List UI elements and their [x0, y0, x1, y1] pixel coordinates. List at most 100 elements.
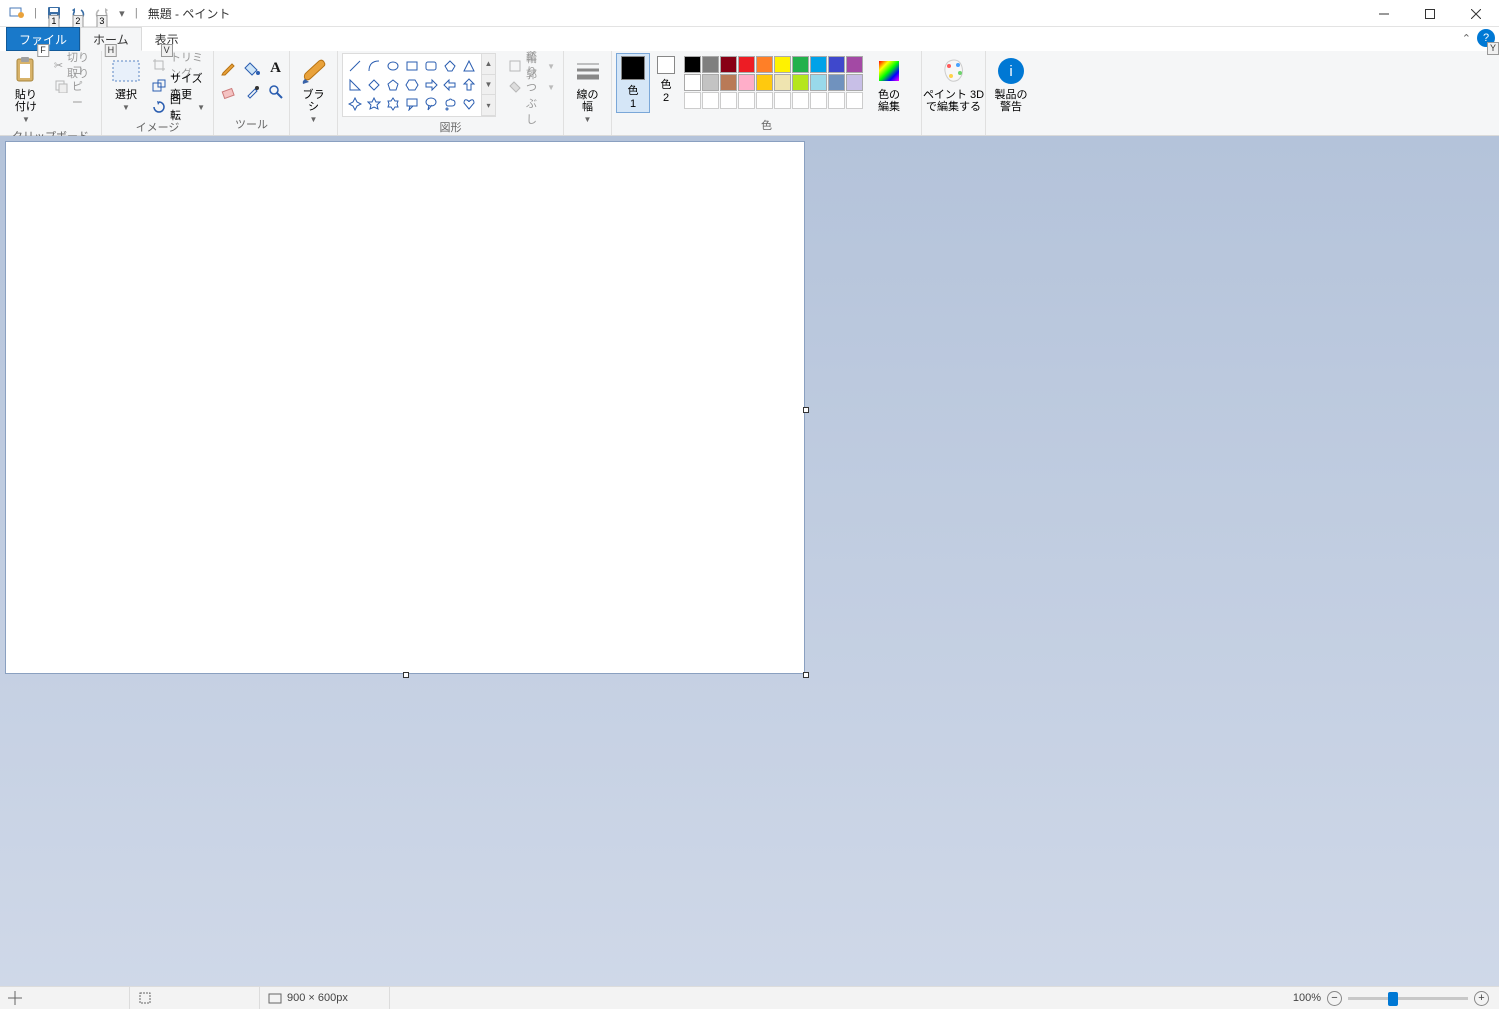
zoom-in-button[interactable]: +: [1474, 991, 1489, 1006]
shape-triangle[interactable]: [460, 57, 478, 75]
palette-custom-slot[interactable]: [846, 92, 863, 109]
palette-color[interactable]: [684, 74, 701, 91]
shapes-gallery[interactable]: [342, 53, 482, 117]
palette-custom-slot[interactable]: [774, 92, 791, 109]
shape-hexagon[interactable]: [403, 76, 421, 94]
tab-file[interactable]: ファイル F: [6, 27, 80, 51]
tab-home[interactable]: ホーム H: [80, 27, 142, 51]
resize-handle-corner[interactable]: [803, 672, 809, 678]
palette-color[interactable]: [846, 74, 863, 91]
edit-colors-button[interactable]: 色の 編集: [867, 53, 911, 115]
shape-round-rect[interactable]: [422, 57, 440, 75]
chevron-down-icon: ▼: [197, 103, 205, 112]
keytip: Y: [1487, 42, 1499, 55]
group-label: ツール: [218, 114, 285, 135]
shape-arrow-right[interactable]: [422, 76, 440, 94]
palette-color[interactable]: [810, 74, 827, 91]
palette-color[interactable]: [702, 74, 719, 91]
palette-color[interactable]: [702, 56, 719, 73]
zoom-slider-thumb[interactable]: [1388, 992, 1398, 1006]
palette-color[interactable]: [720, 74, 737, 91]
minimize-button[interactable]: [1361, 0, 1407, 27]
palette-color[interactable]: [756, 74, 773, 91]
brush-button[interactable]: ブラシ ▼: [294, 53, 334, 126]
magnifier-tool[interactable]: [265, 81, 287, 103]
drawing-canvas[interactable]: [5, 141, 805, 674]
palette-custom-slot[interactable]: [738, 92, 755, 109]
palette-color[interactable]: [684, 56, 701, 73]
shape-arrow-up[interactable]: [460, 76, 478, 94]
palette-color[interactable]: [828, 56, 845, 73]
palette-color[interactable]: [738, 74, 755, 91]
selection-rect-icon: [110, 55, 142, 87]
pencil-tool[interactable]: [217, 57, 239, 79]
palette-color[interactable]: [792, 56, 809, 73]
paste-button[interactable]: 貼り付け ▼: [4, 53, 48, 126]
canvas-workspace[interactable]: [0, 136, 1499, 986]
chevron-down-icon: ▼: [584, 115, 592, 124]
shape-pentagon[interactable]: [384, 76, 402, 94]
resize-handle-right[interactable]: [803, 407, 809, 413]
shape-star5[interactable]: [365, 95, 383, 113]
shapes-scroll[interactable]: ▲▼▾: [482, 53, 496, 117]
qat-save-button[interactable]: 1: [43, 2, 65, 24]
shape-polygon[interactable]: [441, 57, 459, 75]
shape-arrow-left[interactable]: [441, 76, 459, 94]
close-button[interactable]: [1453, 0, 1499, 27]
palette-color[interactable]: [738, 56, 755, 73]
palette-custom-slot[interactable]: [828, 92, 845, 109]
fill-tool[interactable]: [241, 57, 263, 79]
palette-custom-slot[interactable]: [810, 92, 827, 109]
select-button[interactable]: 選択 ▼: [106, 53, 146, 114]
tab-view[interactable]: 表示 V: [142, 27, 192, 51]
app-icon[interactable]: [6, 2, 28, 24]
eraser-tool[interactable]: [217, 81, 239, 103]
palette-color[interactable]: [828, 74, 845, 91]
text-tool[interactable]: A: [265, 57, 287, 79]
shape-callout-rect[interactable]: [403, 95, 421, 113]
shape-rect[interactable]: [403, 57, 421, 75]
maximize-button[interactable]: [1407, 0, 1453, 27]
resize-handle-bottom[interactable]: [403, 672, 409, 678]
shape-callout-cloud[interactable]: [441, 95, 459, 113]
palette-custom-slot[interactable]: [702, 92, 719, 109]
shape-oval[interactable]: [384, 57, 402, 75]
linewidth-button[interactable]: 線の幅 ▼: [568, 53, 608, 126]
rotate-button[interactable]: 回転▼: [148, 97, 209, 117]
collapse-ribbon-button[interactable]: ⌃: [1462, 32, 1471, 45]
shape-star6[interactable]: [384, 95, 402, 113]
color-picker-tool[interactable]: [241, 81, 263, 103]
product-alert-button[interactable]: i 製品の 警告: [990, 53, 1032, 115]
group-label: [926, 118, 981, 135]
palette-color[interactable]: [774, 56, 791, 73]
paint3d-button[interactable]: ペイント 3D で編集する: [926, 53, 981, 115]
palette-custom-slot[interactable]: [720, 92, 737, 109]
help-button[interactable]: ? Y: [1477, 29, 1495, 47]
qat-redo-button[interactable]: 3: [91, 2, 113, 24]
shape-line[interactable]: [346, 57, 364, 75]
shape-curve[interactable]: [365, 57, 383, 75]
shape-star4[interactable]: [346, 95, 364, 113]
palette-color[interactable]: [810, 56, 827, 73]
palette-color[interactable]: [720, 56, 737, 73]
color1-button[interactable]: 色1: [616, 53, 650, 113]
palette-custom-slot[interactable]: [792, 92, 809, 109]
palette-color[interactable]: [756, 56, 773, 73]
palette-color[interactable]: [792, 74, 809, 91]
palette-custom-slot[interactable]: [756, 92, 773, 109]
palette-custom-slot[interactable]: [684, 92, 701, 109]
color2-button[interactable]: 色2: [652, 53, 680, 107]
qat-customize-button[interactable]: ▾: [115, 2, 129, 24]
shape-heart[interactable]: [460, 95, 478, 113]
zoom-slider[interactable]: [1348, 997, 1468, 1000]
zoom-out-button[interactable]: −: [1327, 991, 1342, 1006]
palette-color[interactable]: [846, 56, 863, 73]
shape-right-triangle[interactable]: [346, 76, 364, 94]
shape-callout-round[interactable]: [422, 95, 440, 113]
qat-undo-button[interactable]: 2: [67, 2, 89, 24]
fill-button[interactable]: 塗りつぶし▼: [504, 77, 559, 97]
palette-color[interactable]: [774, 74, 791, 91]
zoom-controls: 100% − +: [1283, 991, 1499, 1006]
copy-button[interactable]: コピー: [50, 76, 97, 96]
shape-diamond[interactable]: [365, 76, 383, 94]
